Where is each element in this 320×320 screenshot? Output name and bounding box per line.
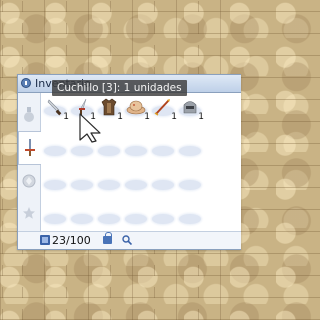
slot-background [125, 214, 147, 224]
slot-background [44, 214, 66, 224]
gem-icon [22, 174, 36, 188]
item-quantity: 1 [63, 112, 69, 122]
empty-slot[interactable] [97, 205, 123, 227]
tab-usable[interactable] [19, 99, 39, 131]
helm-icon [183, 101, 197, 114]
slot-background [179, 214, 201, 224]
slot-background [71, 146, 93, 156]
tab-equip[interactable] [18, 131, 41, 165]
slot-background [125, 146, 147, 156]
sword-icon [25, 139, 35, 156]
item-quantity: 1 [198, 112, 204, 122]
item-row: 1 1 1 1 1 1 [43, 97, 241, 122]
slot-background [71, 180, 93, 190]
slot-background [98, 214, 120, 224]
slot-background [44, 146, 66, 156]
empty-slot[interactable] [70, 171, 96, 193]
info-icon[interactable] [21, 78, 31, 88]
slot-background [179, 146, 201, 156]
empty-slot[interactable] [43, 205, 69, 227]
empty-slot[interactable] [151, 137, 177, 159]
item-quantity: 1 [144, 112, 150, 122]
slot-background [152, 214, 174, 224]
empty-slot[interactable] [124, 205, 150, 227]
empty-slot[interactable] [178, 137, 204, 159]
item-slot-knife[interactable]: 1 [43, 97, 69, 122]
empty-slot[interactable] [97, 171, 123, 193]
item-slot-hat[interactable]: 1 [124, 97, 150, 122]
empty-slot[interactable] [151, 171, 177, 193]
empty-slot[interactable] [178, 171, 204, 193]
inventory-status-bar: 23/100 [18, 231, 241, 249]
slot-background [71, 214, 93, 224]
lock-icon[interactable] [103, 232, 112, 244]
slot-background [125, 180, 147, 190]
item-grid: 1 1 1 1 1 1 [43, 95, 241, 229]
empty-slot[interactable] [70, 205, 96, 227]
item-row [43, 137, 241, 161]
potion-icon [24, 107, 34, 122]
empty-slot[interactable] [43, 171, 69, 193]
slot-background [179, 180, 201, 190]
tab-favorite[interactable] [19, 197, 39, 229]
search-icon[interactable] [122, 235, 132, 245]
item-quantity: 1 [117, 112, 123, 122]
slot-background [98, 180, 120, 190]
slot-background [44, 180, 66, 190]
bow-icon [154, 99, 170, 116]
inventory-window[interactable]: Inventario [17, 74, 241, 250]
item-slot-helm[interactable]: 1 [178, 97, 204, 122]
item-slot-bow[interactable]: 1 [151, 97, 177, 122]
empty-slot[interactable] [124, 137, 150, 159]
hat-icon [126, 100, 146, 115]
item-tooltip: Cuchillo [3]: 1 unidades [52, 80, 187, 96]
empty-slot[interactable] [43, 137, 69, 159]
cursor-arrow-icon [79, 113, 101, 143]
empty-slot[interactable] [124, 171, 150, 193]
inventory-tab-bar [18, 93, 41, 231]
bag-icon [40, 235, 50, 245]
item-quantity: 1 [171, 112, 177, 122]
empty-slot[interactable] [151, 205, 177, 227]
star-icon [23, 207, 35, 219]
item-count: 23/100 [52, 234, 91, 247]
slot-background [152, 180, 174, 190]
knife-icon [47, 99, 62, 116]
item-row [43, 205, 241, 229]
slot-background [98, 146, 120, 156]
item-row [43, 171, 241, 195]
slot-background [152, 146, 174, 156]
empty-slot[interactable] [178, 205, 204, 227]
tab-etc[interactable] [19, 165, 39, 197]
